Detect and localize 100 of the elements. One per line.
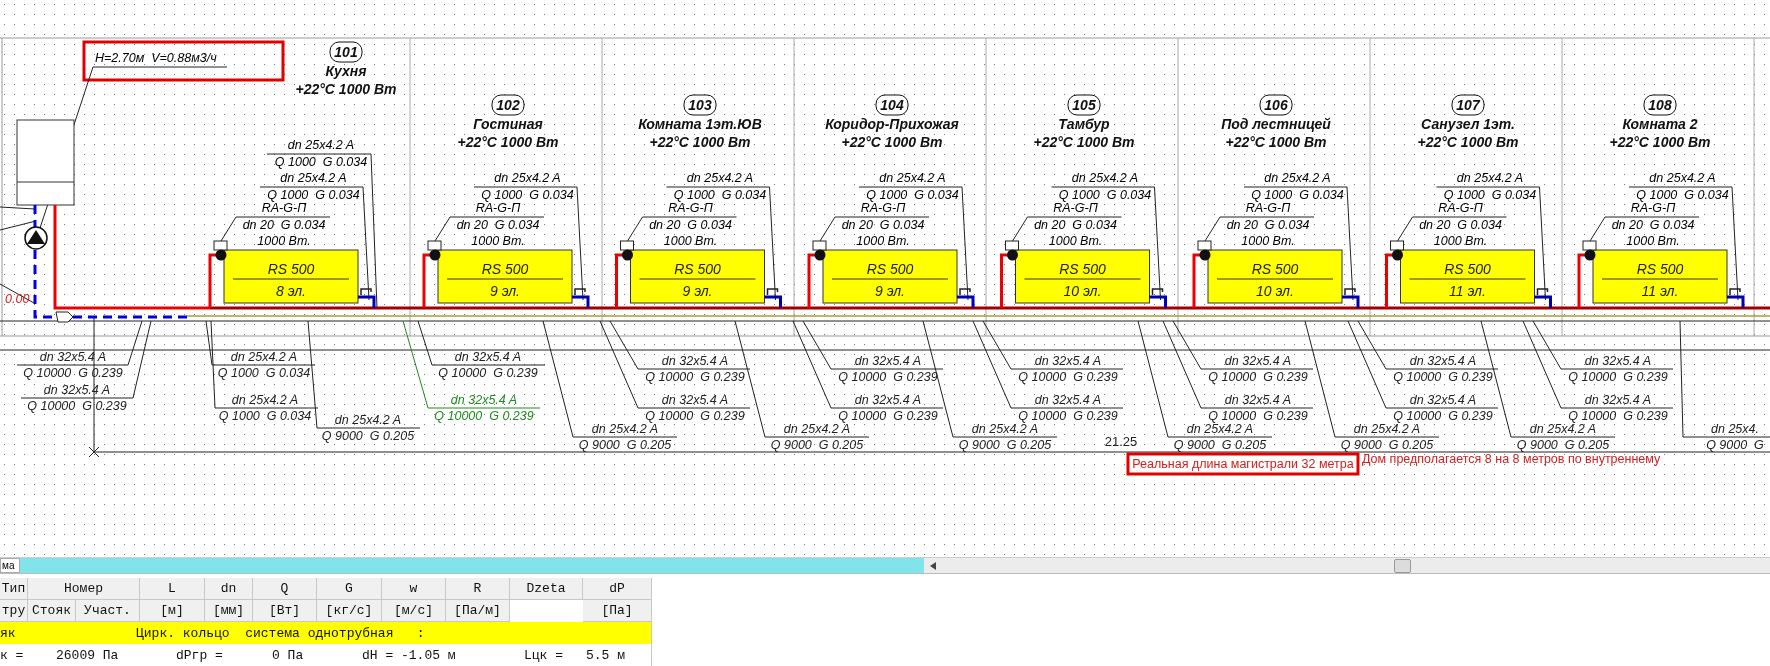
flow-label: Q 10000 G 0.239 bbox=[1208, 409, 1308, 423]
radiator-model-label: RS 500 bbox=[1444, 261, 1491, 277]
column-header: [Па/м] bbox=[446, 600, 510, 622]
pump-head-label: H=2.70м V=0.88м3/ч bbox=[95, 51, 217, 65]
room-heat-label: +22°C 1000 Вт bbox=[1033, 134, 1135, 150]
room-name: Санузел 1эт. bbox=[1421, 116, 1515, 132]
valve-spec-label: dn 20 G 0.034 bbox=[649, 218, 732, 232]
supply-riser bbox=[615, 253, 625, 308]
pipe-size-label: dn 25x4.2 A bbox=[783, 422, 851, 436]
flow-label: Q 1000 G 0.034 bbox=[481, 188, 574, 202]
valve-type-label: RA-G-П bbox=[860, 201, 906, 215]
radiator-power-label: 1000 Вт. bbox=[471, 234, 525, 248]
section-count-label: 9 эл. bbox=[682, 283, 713, 299]
flow-label: Q 1000 G 0.034 bbox=[1636, 188, 1729, 202]
room-heat-label: +22°C 1000 Вт bbox=[457, 134, 559, 150]
pipe-size-label: dn 25x4.2 A bbox=[1071, 171, 1139, 185]
column-header: Стояк bbox=[28, 600, 76, 622]
room-number: 103 bbox=[683, 94, 717, 116]
dimension-label: 21.25 bbox=[1104, 433, 1138, 449]
pipe-size-label: dn 32x5.4 A bbox=[1409, 393, 1477, 407]
scrollbar-thumb[interactable] bbox=[1394, 558, 1411, 573]
pipe-size-label: dn 25x4.2 A bbox=[287, 138, 355, 152]
valve-icon bbox=[1582, 240, 1597, 261]
flow-label: Q 1000 G 0.034 bbox=[217, 366, 311, 380]
pipe-size-label: dn 32x5.4 A bbox=[454, 350, 522, 364]
supply-riser bbox=[1577, 253, 1587, 308]
section-count-label: 11 эл. bbox=[1641, 283, 1679, 299]
supply-riser bbox=[422, 253, 432, 308]
section-count-label: 10 эл. bbox=[1063, 283, 1102, 299]
flow-label: Q 10000 G 0.239 bbox=[434, 409, 534, 423]
fitting-icon bbox=[959, 288, 971, 296]
valve-spec-label: dn 20 G 0.034 bbox=[242, 218, 326, 232]
radiator-power-label: 1000 Вт. bbox=[1241, 234, 1295, 248]
section-count-label: 11 эл. bbox=[1449, 283, 1486, 299]
room-number: 101 bbox=[329, 41, 363, 63]
flow-label: Q 10000 G 0.239 bbox=[645, 409, 745, 423]
pipe-size-label: dn 32x5.4 A bbox=[1224, 393, 1292, 407]
table-cell: 0 Па bbox=[272, 647, 304, 663]
flow-label: Q 1000 G 0.034 bbox=[1443, 188, 1537, 202]
pipe-size-label: dn 32x5.4 A bbox=[661, 354, 729, 368]
return-pipe bbox=[764, 295, 782, 308]
valve-spec-label: dn 20 G 0.034 bbox=[1226, 218, 1310, 232]
flow-label: Q 9000 G 0.205 bbox=[578, 438, 672, 452]
radiator-model-label: RS 500 bbox=[674, 261, 721, 277]
pipe-size-label: dn 32x5.4 A bbox=[1034, 354, 1102, 368]
radiator-model-label: RS 500 bbox=[481, 261, 529, 277]
sheet-tab[interactable]: ма bbox=[0, 558, 20, 573]
supply-riser bbox=[208, 253, 218, 308]
column-header: G bbox=[317, 578, 382, 600]
radiator-model-label: RS 500 bbox=[1636, 261, 1684, 277]
fitting-icon bbox=[574, 288, 586, 296]
room-number: 108 bbox=[1643, 94, 1677, 116]
valve-spec-label: dn 20 G 0.034 bbox=[1034, 218, 1117, 232]
scroll-left-icon[interactable] bbox=[930, 561, 936, 570]
flow-label: Q 10000 G 0.239 bbox=[645, 370, 745, 384]
flow-label: Q 10000 G 0.239 bbox=[438, 366, 538, 380]
table-cell: dPгр = bbox=[176, 647, 223, 663]
radiator-power-label: 1000 Вт. bbox=[1048, 234, 1103, 248]
section-count-label: 8 эл. bbox=[276, 283, 306, 299]
valve-spec-label: dn 20 G 0.034 bbox=[1611, 218, 1695, 232]
flow-label: Q 1000 G 0.034 bbox=[673, 188, 767, 202]
valve-type-label: RA-G-П bbox=[1053, 201, 1098, 215]
pipe-size-label: dn 25x4.2 A bbox=[686, 171, 754, 185]
horizontal-scrollbar[interactable] bbox=[924, 558, 1770, 573]
column-header: [кг/с] bbox=[317, 600, 382, 622]
column-header: Q bbox=[253, 578, 317, 600]
flow-label: Q 9000 G 0.205 bbox=[770, 438, 864, 452]
room-number: 106 bbox=[1259, 94, 1293, 116]
valve-icon bbox=[1005, 240, 1019, 261]
radiator-power-label: 1000 Вт. bbox=[257, 234, 311, 248]
radiator-model-label: RS 500 bbox=[1251, 261, 1299, 277]
table-cell: як bbox=[0, 625, 16, 641]
fitting-icon bbox=[1536, 288, 1549, 296]
flow-label: Q 9000 G 0.205 bbox=[958, 438, 1052, 452]
valve-type-label: RA-G-П bbox=[668, 201, 713, 215]
radiator-model-label: RS 500 bbox=[866, 261, 914, 277]
return-pipe bbox=[1149, 295, 1167, 308]
room-heat-label: +22°C 1000 Вт bbox=[649, 134, 751, 150]
flow-label: Q 10000 G 0.239 bbox=[1018, 370, 1118, 384]
flow-label: Q 9000 G 0.205 bbox=[1516, 438, 1610, 452]
room-name: Коридор-Прихожая bbox=[825, 116, 959, 132]
pipe-size-label: dn 32x5.4 A bbox=[1224, 354, 1292, 368]
section-count-label: 10 эл. bbox=[1256, 283, 1294, 299]
pipe-size-label: dn 25x4.2 A bbox=[1353, 422, 1421, 436]
return-pipe bbox=[1342, 295, 1360, 308]
pipe-size-label: dn 25x4.2 A bbox=[231, 393, 299, 407]
valve-icon bbox=[620, 240, 634, 261]
room-name: Под лестницей bbox=[1221, 116, 1331, 132]
room-number: 102 bbox=[491, 94, 525, 116]
column-header: Участ. bbox=[76, 600, 140, 622]
room-name: Гостиная bbox=[473, 116, 543, 132]
radiator-power-label: 1000 Вт. bbox=[1626, 234, 1680, 248]
column-header: [м/с] bbox=[382, 600, 446, 622]
note-text: Дом предполагается 8 на 8 метров по внутреннему bbox=[1362, 452, 1661, 466]
flow-label: Q 10000 G 0.239 bbox=[27, 399, 127, 413]
pipe-size-label: dn 32x5.4 A bbox=[854, 393, 922, 407]
room-number: 104 bbox=[875, 94, 909, 116]
elevation-label: 0.00 bbox=[5, 292, 30, 306]
pipe-size-label: dn 25x4.2 A bbox=[230, 350, 298, 364]
flow-label: Q 10000 G 0.239 bbox=[1018, 409, 1118, 423]
